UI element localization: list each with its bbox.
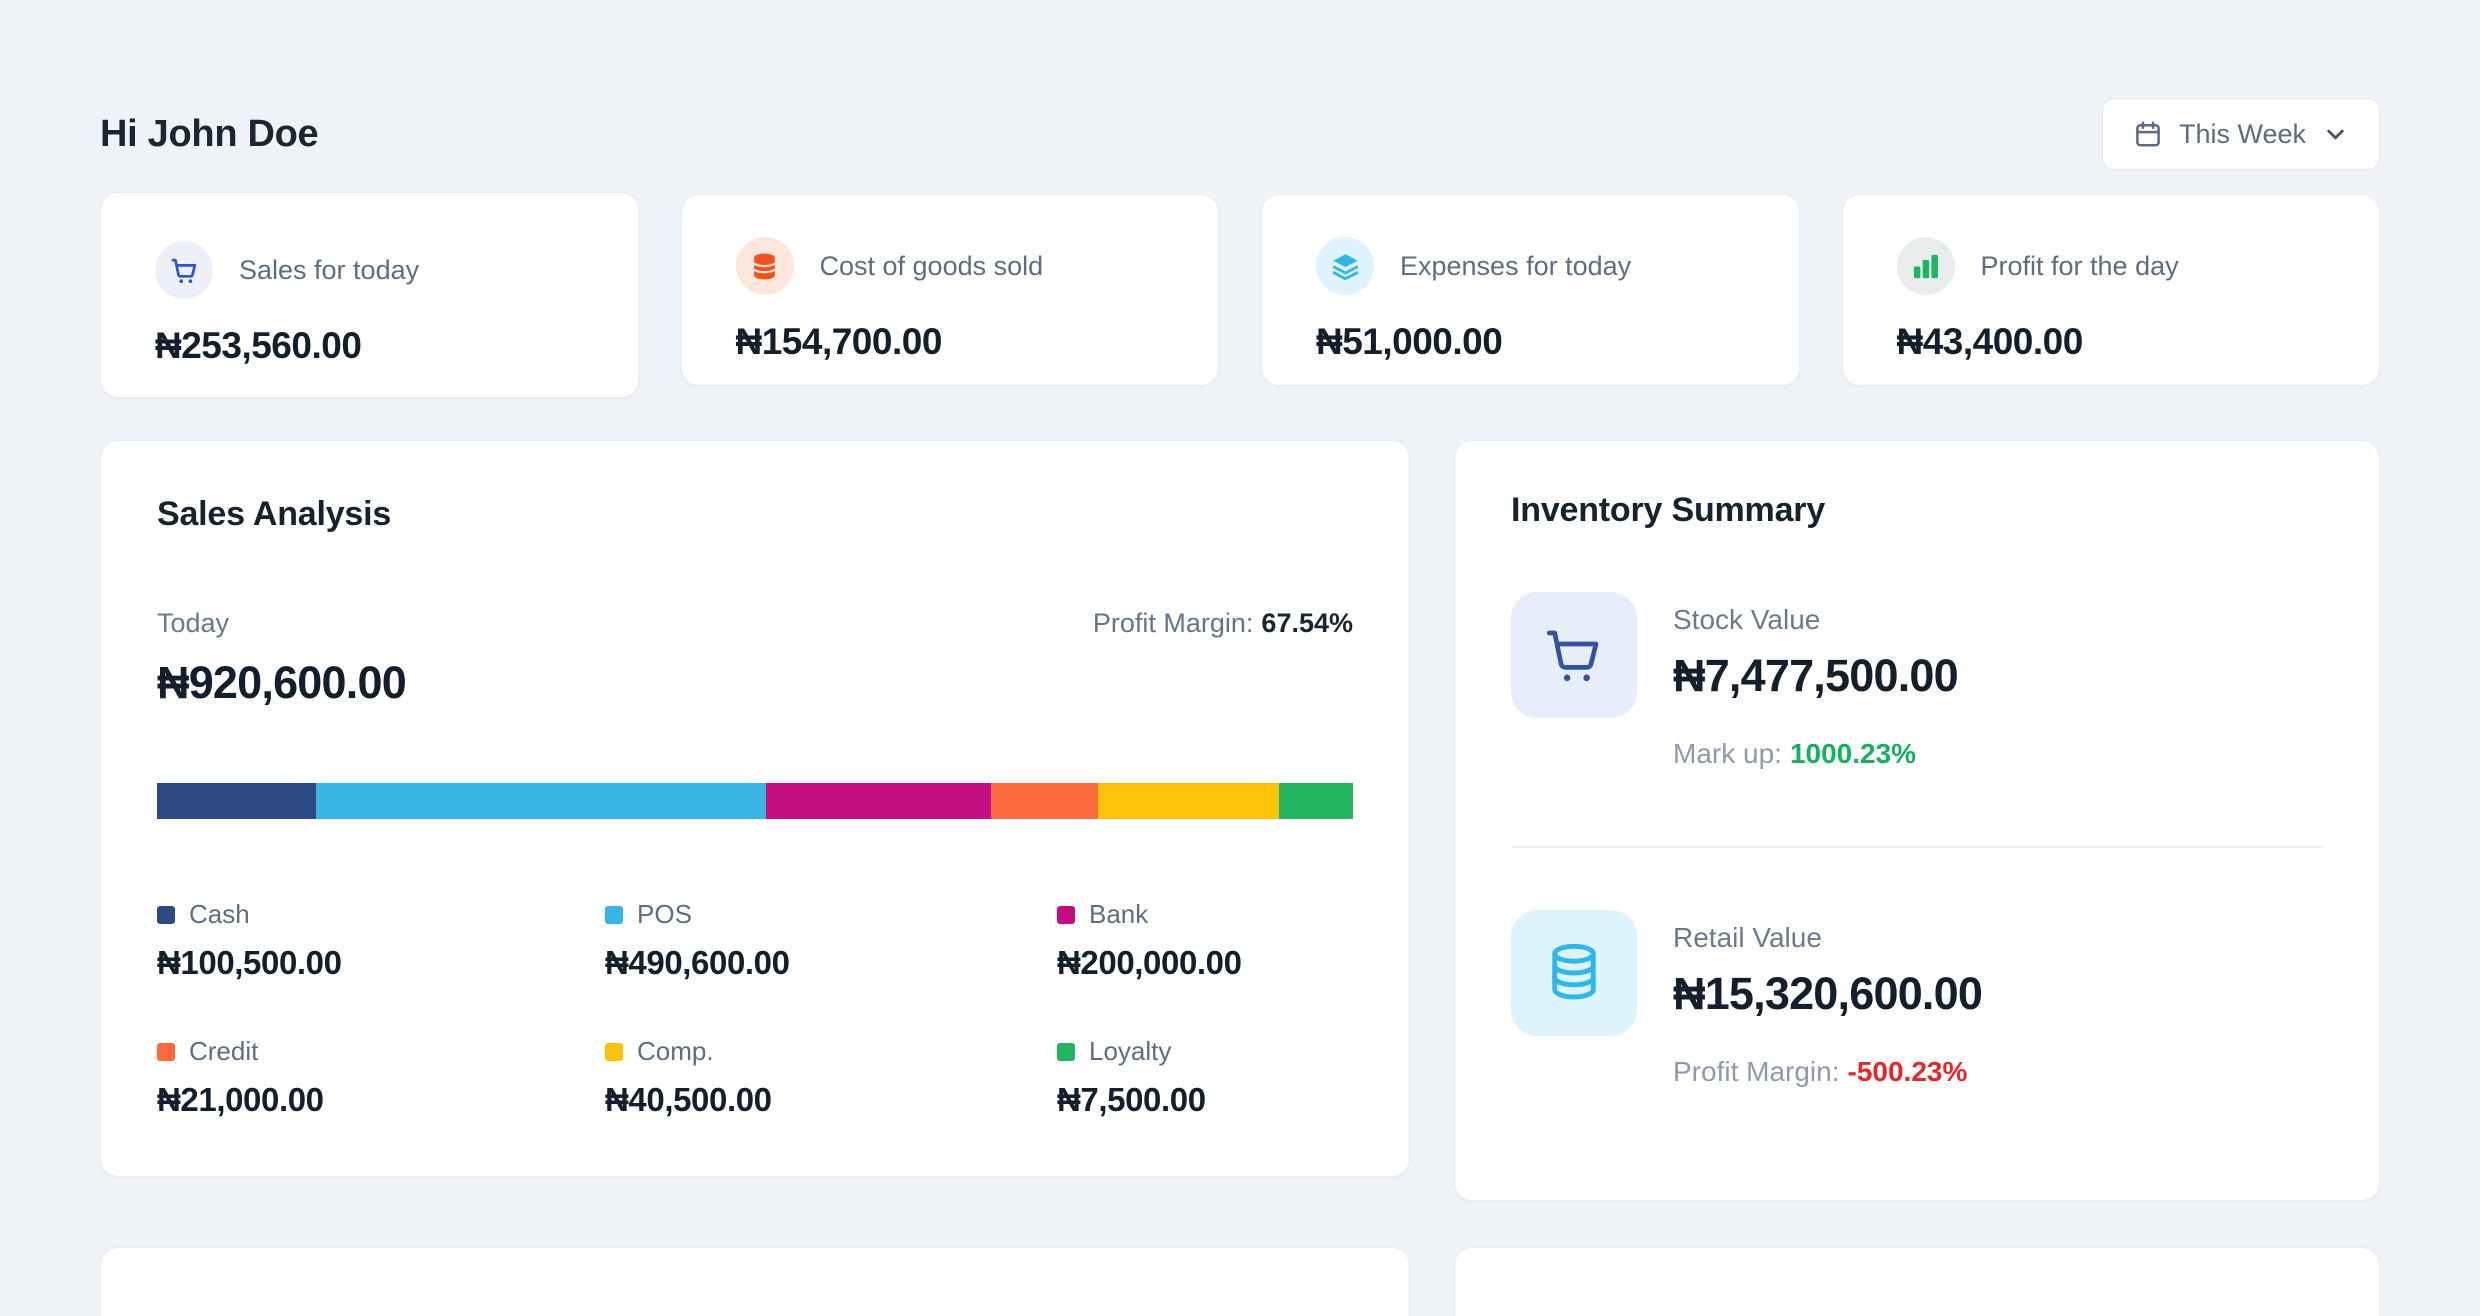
page-title: Hi John Doe xyxy=(100,113,318,156)
bar-segment-cash xyxy=(157,783,316,819)
cart-icon xyxy=(155,241,213,299)
sales-legend: Cash ₦100,500.00 POS ₦490,600.00 Bank xyxy=(157,899,1353,1119)
bar-chart-icon xyxy=(1897,237,1955,295)
card-stub-left xyxy=(100,1247,1410,1316)
database-icon xyxy=(736,237,794,295)
retail-profit-margin-row: Profit Margin: -500.23% xyxy=(1673,1056,1982,1088)
main-content: Sales Analysis Today ₦920,600.00 Profit … xyxy=(100,440,2380,1201)
legend-value: ₦490,600.00 xyxy=(605,944,1057,982)
stat-card-profit: Profit for the day ₦43,400.00 xyxy=(1842,194,2381,386)
legend-swatch-credit xyxy=(157,1043,175,1061)
legend-swatch-cash xyxy=(157,906,175,924)
legend-item-loyalty: Loyalty ₦7,500.00 xyxy=(1057,1036,1353,1119)
stats-row: Sales for today ₦253,560.00 Cost of good… xyxy=(100,194,2380,398)
bar-segment-bank xyxy=(766,783,991,819)
legend-label: Loyalty xyxy=(1089,1036,1171,1067)
legend-value: ₦100,500.00 xyxy=(157,944,605,982)
legend-value: ₦7,500.00 xyxy=(1057,1081,1353,1119)
stock-value-label: Stock Value xyxy=(1673,604,1958,636)
legend-item-comp: Comp. ₦40,500.00 xyxy=(605,1036,1057,1119)
stat-label: Expenses for today xyxy=(1400,251,1631,282)
date-range-button[interactable]: This Week xyxy=(2102,98,2380,170)
profit-margin-label: Profit Margin: xyxy=(1093,608,1254,638)
dashboard-page: Hi John Doe This Week xyxy=(0,0,2480,1316)
retail-profit-margin-value: -500.23% xyxy=(1848,1056,1968,1087)
legend-value: ₦21,000.00 xyxy=(157,1081,605,1119)
header: Hi John Doe This Week xyxy=(100,0,2380,170)
mark-up-row: Mark up: 1000.23% xyxy=(1673,738,1958,770)
stat-label: Sales for today xyxy=(239,255,419,286)
legend-label: POS xyxy=(637,899,692,930)
sales-analysis-title: Sales Analysis xyxy=(157,495,1353,534)
stock-value-amount: ₦7,477,500.00 xyxy=(1673,650,1958,702)
mark-up-label: Mark up: xyxy=(1673,738,1782,769)
legend-label: Credit xyxy=(189,1036,258,1067)
date-range-label: This Week xyxy=(2179,119,2306,150)
stat-value: ₦154,700.00 xyxy=(736,321,1165,363)
legend-value: ₦40,500.00 xyxy=(605,1081,1057,1119)
stat-card-cogs: Cost of goods sold ₦154,700.00 xyxy=(681,194,1220,386)
retail-profit-margin-label: Profit Margin: xyxy=(1673,1056,1840,1087)
sales-total-value: ₦920,600.00 xyxy=(157,657,406,709)
database-stack-icon xyxy=(1511,910,1637,1036)
profit-margin-row: Profit Margin:67.54% xyxy=(1093,608,1353,639)
legend-swatch-bank xyxy=(1057,906,1075,924)
chevron-down-icon xyxy=(2322,121,2349,148)
card-stub-right xyxy=(1454,1247,2380,1316)
legend-label: Cash xyxy=(189,899,250,930)
legend-swatch-loyalty xyxy=(1057,1043,1075,1061)
bar-segment-loyalty xyxy=(1279,783,1353,819)
stat-label: Cost of goods sold xyxy=(820,251,1044,282)
legend-item-credit: Credit ₦21,000.00 xyxy=(157,1036,605,1119)
legend-item-cash: Cash ₦100,500.00 xyxy=(157,899,605,982)
layers-icon xyxy=(1316,237,1374,295)
legend-label: Comp. xyxy=(637,1036,714,1067)
legend-value: ₦200,000.00 xyxy=(1057,944,1353,982)
retail-value-amount: ₦15,320,600.00 xyxy=(1673,968,1982,1020)
retail-value-row: Retail Value ₦15,320,600.00 Profit Margi… xyxy=(1511,910,2323,1088)
bar-segment-credit xyxy=(991,783,1099,819)
legend-item-bank: Bank ₦200,000.00 xyxy=(1057,899,1353,982)
period-label: Today xyxy=(157,608,406,639)
stock-value-row: Stock Value ₦7,477,500.00 Mark up: 1000.2… xyxy=(1511,592,2323,770)
stat-value: ₦253,560.00 xyxy=(155,325,584,367)
retail-value-label: Retail Value xyxy=(1673,922,1982,954)
legend-swatch-comp xyxy=(605,1043,623,1061)
bar-segment-pos xyxy=(316,783,766,819)
legend-item-pos: POS ₦490,600.00 xyxy=(605,899,1057,982)
stat-value: ₦51,000.00 xyxy=(1316,321,1745,363)
legend-label: Bank xyxy=(1089,899,1148,930)
sales-total-block: Today ₦920,600.00 xyxy=(157,608,406,709)
stat-card-expenses: Expenses for today ₦51,000.00 xyxy=(1261,194,1800,386)
stat-value: ₦43,400.00 xyxy=(1897,321,2326,363)
stat-label: Profit for the day xyxy=(1981,251,2179,282)
mark-up-value: 1000.23% xyxy=(1790,738,1916,769)
inventory-summary-title: Inventory Summary xyxy=(1511,491,2323,530)
bar-segment-comp xyxy=(1098,783,1279,819)
cart-icon xyxy=(1511,592,1637,718)
sales-distribution-bar xyxy=(157,783,1353,819)
calendar-icon xyxy=(2133,119,2163,149)
profit-margin-value: 67.54% xyxy=(1261,608,1353,638)
legend-swatch-pos xyxy=(605,906,623,924)
sales-analysis-card: Sales Analysis Today ₦920,600.00 Profit … xyxy=(100,440,1410,1177)
bottom-row xyxy=(100,1247,2380,1316)
inventory-summary-card: Inventory Summary Stock Value ₦7,477,500… xyxy=(1454,440,2380,1201)
stat-card-sales: Sales for today ₦253,560.00 xyxy=(100,192,639,398)
divider xyxy=(1511,846,2323,848)
